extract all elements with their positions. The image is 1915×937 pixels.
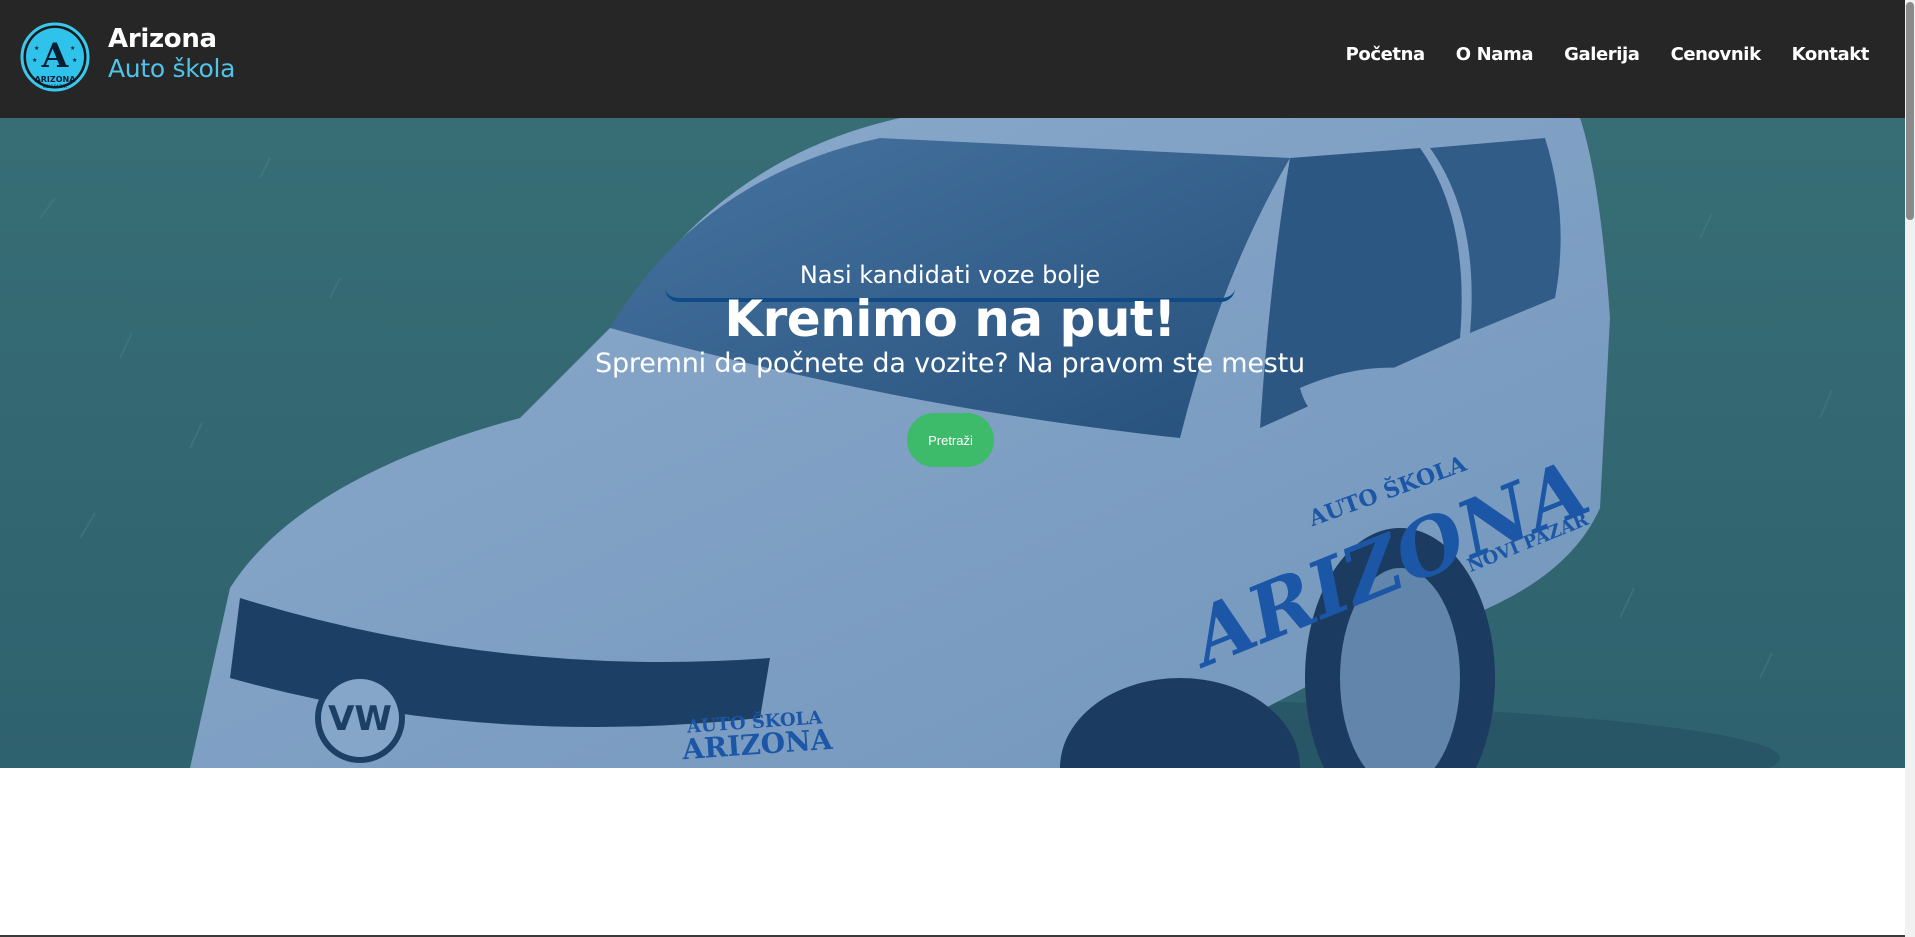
svg-text:★: ★ (72, 57, 77, 64)
brand-name: Arizona (108, 23, 217, 54)
svg-text:★: ★ (70, 45, 75, 52)
svg-text:ARIZONA: ARIZONA (35, 75, 77, 84)
page-scrollbar[interactable] (1905, 0, 1915, 937)
arizona-logo-icon: A ARIZONA NOVI PAZAR ★ ★ ★ ★ (20, 22, 90, 92)
nav-link-kontakt[interactable]: Kontakt (1792, 44, 1870, 65)
hero-title: Krenimo na put! (724, 290, 1176, 348)
brand-text: Arizona Auto škola (108, 23, 236, 84)
nav-link-galerija[interactable]: Galerija (1564, 44, 1640, 65)
hero-subtitle: Spremni da počnete da vozite? Na pravom … (595, 348, 1305, 379)
nav-link-pocetna[interactable]: Početna (1346, 44, 1426, 65)
hero-section: VW AUTO ŠKOLA ARIZONA NOVI PAZAR AUTO ŠK… (0, 118, 1905, 768)
brand-subtitle: Auto škola (108, 53, 236, 83)
nav-link-cenovnik[interactable]: Cenovnik (1671, 44, 1761, 65)
navbar: A ARIZONA NOVI PAZAR ★ ★ ★ ★ Arizona Aut… (0, 0, 1905, 118)
hero-content: Nasi kandidati voze bolje Krenimo na put… (0, 118, 1905, 768)
svg-text:★: ★ (34, 45, 39, 52)
search-button[interactable]: Pretraži (907, 413, 994, 467)
svg-text:★: ★ (32, 57, 37, 64)
svg-text:A: A (41, 36, 69, 76)
scrollbar-thumb[interactable] (1906, 2, 1914, 220)
brand[interactable]: A ARIZONA NOVI PAZAR ★ ★ ★ ★ Arizona Aut… (20, 20, 235, 94)
main-nav: Početna O Nama Galerija Cenovnik Kontakt (1315, 44, 1870, 65)
nav-link-o-nama[interactable]: O Nama (1456, 44, 1534, 65)
svg-text:NOVI PAZAR: NOVI PAZAR (43, 84, 68, 89)
